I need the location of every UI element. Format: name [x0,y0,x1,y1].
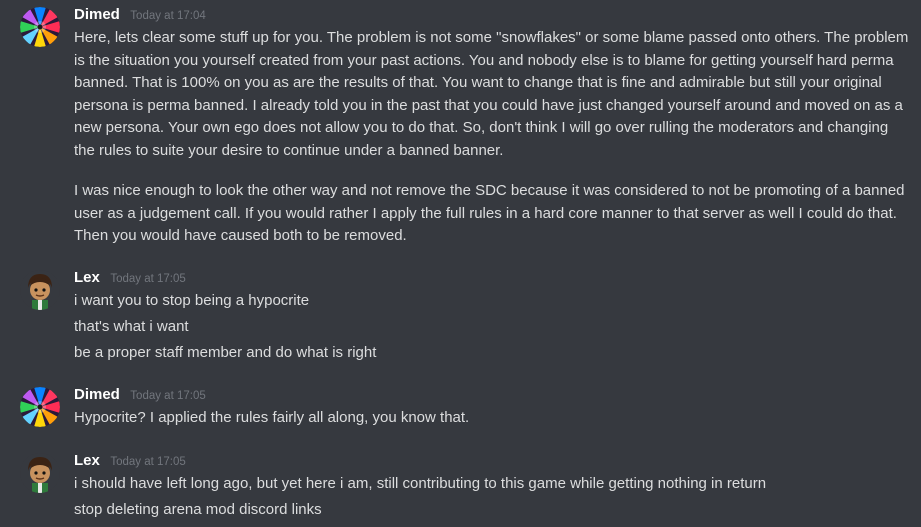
chat-messages: Dimed Today at 17:04 Here, lets clear so… [0,0,921,527]
rainbow-spiral-avatar[interactable] [20,387,60,427]
rainbow-spiral-avatar[interactable] [20,7,60,47]
message-text: i want you to stop being a hypocrite [74,292,310,309]
message-text: Hypocrite? I applied the rules fairly al… [74,409,470,426]
message-timestamp[interactable]: Today at 17:05 [110,456,185,468]
cartoon-character-avatar[interactable] [20,270,60,310]
username[interactable]: Dimed [74,6,120,23]
cartoon-character-avatar[interactable] [20,453,60,493]
message-text: Here, lets clear some stuff up for you. … [74,29,909,159]
message-text: I was nice enough to look the other way … [74,182,905,244]
message-text: that's what i want [74,318,189,335]
username[interactable]: Dimed [74,386,120,403]
message-text: be a proper staff member and do what is … [74,344,377,361]
message-text: i should have left long ago, but yet her… [74,475,767,492]
username[interactable]: Lex [74,269,100,286]
message-timestamp[interactable]: Today at 17:04 [130,10,205,22]
message-timestamp[interactable]: Today at 17:05 [110,273,185,285]
message-timestamp[interactable]: Today at 17:05 [130,390,205,402]
message-text: stop deleting arena mod discord links [74,501,322,518]
username[interactable]: Lex [74,452,100,469]
